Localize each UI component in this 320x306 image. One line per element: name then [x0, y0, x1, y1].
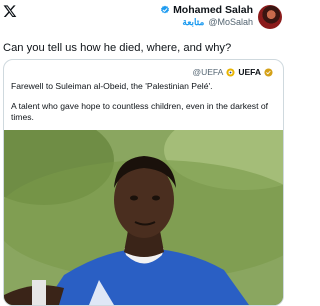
verified-org-badge-icon — [264, 67, 273, 77]
quote-author-name[interactable]: UEFA — [238, 67, 261, 77]
quote-author[interactable]: @UEFA UEFA — [192, 67, 273, 77]
quote-text-line-2: A talent who gave hope to countless chil… — [11, 101, 269, 122]
tweet-header: Mohamed Salah متابعة @MoSalah — [0, 0, 287, 36]
tweet-text: Can you tell us how he died, where, and … — [3, 42, 232, 54]
verified-badge-icon — [161, 5, 170, 14]
avatar[interactable] — [258, 5, 282, 29]
uefa-logo-icon — [226, 67, 235, 77]
author-name[interactable]: Mohamed Salah — [173, 4, 253, 16]
photo-illustration — [4, 130, 283, 305]
author-block[interactable]: Mohamed Salah متابعة @MoSalah — [160, 4, 253, 28]
follow-button[interactable]: متابعة — [182, 16, 204, 28]
quote-text-line-1: Farewell to Suleiman al-Obeid, the 'Pale… — [11, 81, 213, 91]
quote-handle[interactable]: @UEFA — [192, 67, 223, 77]
x-logo-icon[interactable] — [3, 4, 17, 18]
footballer-photo[interactable] — [4, 130, 283, 305]
quoted-tweet-card[interactable]: @UEFA UEFA Farewell to Suleiman al-Obeid… — [3, 59, 284, 306]
author-handle[interactable]: @MoSalah — [208, 16, 253, 28]
